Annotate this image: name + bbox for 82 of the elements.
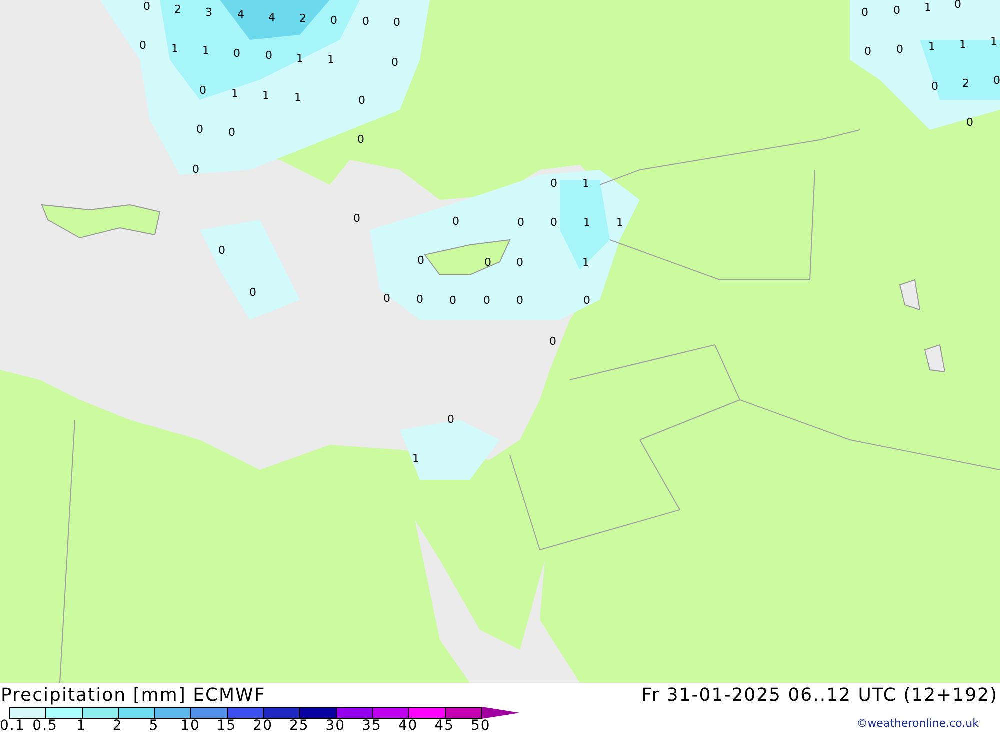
legend-tick-label: 40 <box>398 719 418 733</box>
precip-value-label: 0 <box>584 294 590 307</box>
lake-shape <box>924 344 946 373</box>
precip-value-label: 1 <box>232 87 238 100</box>
legend-tick-label: 5 <box>149 719 160 733</box>
precip-value-label: 1 <box>928 40 936 53</box>
precip-value-label: 0 <box>550 216 558 229</box>
precip-value-label: 0 <box>864 45 872 58</box>
precip-value-label: 0 <box>416 293 424 306</box>
precip-value-label: 0 <box>516 256 524 269</box>
precip-value-label: 0 <box>218 244 226 257</box>
precip-value-label: 0 <box>484 294 490 307</box>
precip-value-label: 1 <box>990 35 998 48</box>
precip-value-label: 0 <box>954 0 962 11</box>
precip-value-label: 0 <box>450 294 456 307</box>
precip-value-label: 0 <box>358 94 366 107</box>
precip-value-label: 0 <box>384 292 390 305</box>
precip-value-label: 0 <box>484 256 492 269</box>
precip-value-label: 0 <box>862 6 868 19</box>
precip-value-label: 1 <box>584 216 590 229</box>
precip-value-label: 0 <box>358 133 364 146</box>
precip-value-label: 0 <box>192 163 200 176</box>
valid-time-label: Fr 31-01-2025 06..12 UTC (12+192) <box>642 685 998 707</box>
precip-value-label: 0 <box>362 15 370 28</box>
precip-value-label: 0 <box>452 215 460 228</box>
precip-value-label: 0 <box>966 116 974 129</box>
legend-tick-label: 15 <box>216 719 237 733</box>
precip-value-label: 0 <box>200 84 206 97</box>
precip-value-label: 0 <box>234 47 240 60</box>
precip-value-label: 4 <box>238 8 244 21</box>
precip-value-label: 1 <box>960 38 966 51</box>
precip-value-label: 1 <box>296 52 304 65</box>
precip-value-label: 1 <box>582 256 590 269</box>
precip-value-label: 0 <box>266 49 272 62</box>
precip-value-label: 0 <box>994 74 1000 87</box>
precip-value-label: 2 <box>174 3 182 16</box>
legend-tick-label: 25 <box>289 719 310 733</box>
precip-value-label: 0 <box>896 43 904 56</box>
legend-tick-label: 50 <box>470 719 491 733</box>
precip-value-label: 0 <box>144 0 150 13</box>
precip-value-label: 1 <box>294 91 302 104</box>
legend-tick-label: 20 <box>253 719 273 733</box>
legend-tick-label: 30 <box>326 719 346 733</box>
precip-value-label: 0 <box>330 14 338 27</box>
precip-value-label: 0 <box>354 212 360 225</box>
precip-value-label: 1 <box>582 177 590 190</box>
chart-title: Precipitation [mm] ECMWF <box>1 685 266 707</box>
precip-value-label: 2 <box>300 12 306 25</box>
precip-value-label: 0 <box>196 123 204 136</box>
precip-value-label: 0 <box>418 254 424 267</box>
precip-value-label: 1 <box>328 53 334 66</box>
precip-value-label: 0 <box>550 335 556 348</box>
precip-value-label: 2 <box>962 77 970 90</box>
precip-value-label: 4 <box>268 11 276 24</box>
legend-tick-label: 10 <box>180 719 200 733</box>
precip-value-label: 0 <box>518 216 524 229</box>
precip-value-label: 0 <box>516 294 524 307</box>
legend-tick-label: 35 <box>362 719 382 733</box>
legend-tick-label: 2 <box>112 719 123 733</box>
precip-value-label: 0 <box>228 126 236 139</box>
precip-value-label: 1 <box>172 42 178 55</box>
precip-value-label: 1 <box>262 89 270 102</box>
legend-tick-label: 0.1 <box>0 719 26 733</box>
precip-value-label: 0 <box>250 286 256 299</box>
legend-arrow-icon <box>482 707 520 719</box>
precip-value-label: 0 <box>448 413 454 426</box>
legend-tick-label: 0.5 <box>32 719 58 733</box>
precip-value-label: 0 <box>394 16 400 29</box>
lake-shape <box>899 279 921 311</box>
legend-tick-label: 45 <box>434 719 454 733</box>
precip-value-label: 0 <box>894 4 900 17</box>
precip-value-label: 0 <box>550 177 558 190</box>
precip-value-label: 1 <box>202 44 210 57</box>
precip-value-label: 3 <box>206 6 212 19</box>
precip-value-label: 1 <box>924 1 932 14</box>
precip-value-label: 0 <box>932 80 938 93</box>
credit-link[interactable]: ©weatheronline.co.uk <box>856 717 979 730</box>
precip-value-label: 1 <box>412 452 420 465</box>
precip-value-label: 0 <box>392 56 398 69</box>
legend-tick-label: 1 <box>76 719 87 733</box>
precip-value-label: 1 <box>616 216 624 229</box>
precip-value-label: 0 <box>140 39 146 52</box>
